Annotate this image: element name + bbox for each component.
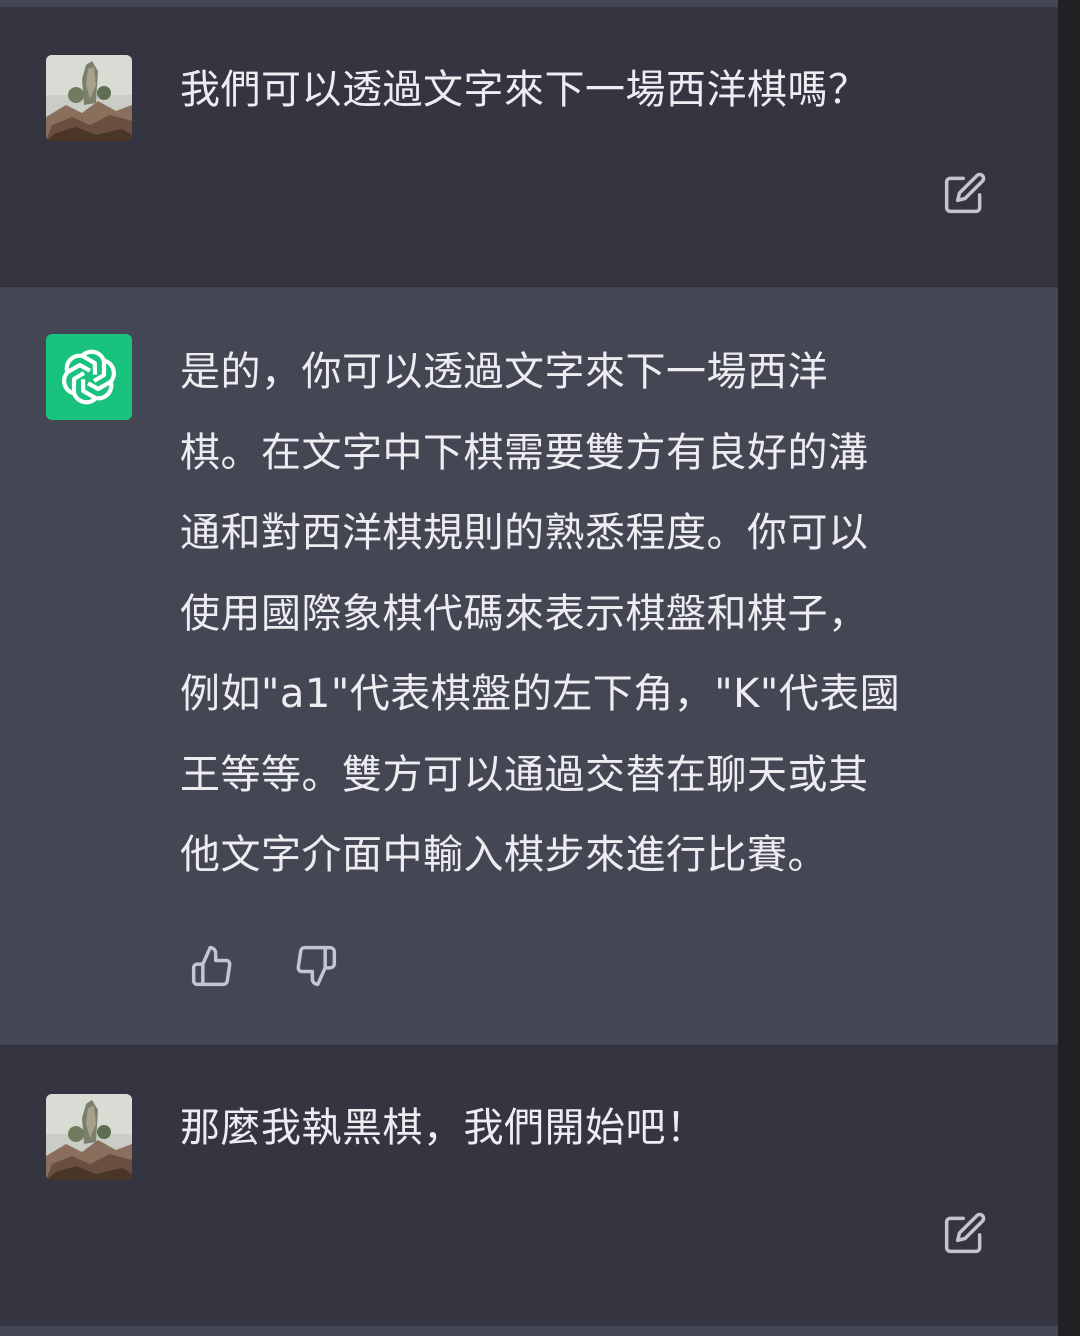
message-line: 是的，你可以透過文字來下一場西洋 xyxy=(180,349,828,395)
message-line: 他文字介面中輸入棋步來進行比賽。 xyxy=(180,832,828,878)
message-line: 王等等。雙方可以通過交替在聊天或其 xyxy=(180,751,869,798)
user-avatar xyxy=(46,55,132,141)
openai-logo-icon xyxy=(46,334,132,420)
message-line: 使用國際象棋代碼來表示棋盤和棋子， xyxy=(180,590,869,637)
edit-icon xyxy=(943,171,987,215)
user-avatar xyxy=(46,1094,132,1180)
edit-message-button[interactable] xyxy=(942,170,988,216)
thumbs-down-button[interactable] xyxy=(292,942,340,990)
user-message: 那麼我執黑棋，我們開始吧！ xyxy=(0,1046,1058,1326)
thumbs-down-icon xyxy=(294,944,338,988)
edit-icon xyxy=(943,1211,987,1255)
next-message-edge xyxy=(0,1326,1058,1336)
assistant-avatar xyxy=(46,334,132,420)
message-line: 棋。在文字中下棋需要雙方有良好的溝 xyxy=(180,429,869,476)
previous-message-edge xyxy=(0,0,1058,7)
chat-page: 我們可以透過文字來下一場西洋棋嗎？ 是的，你可以透過文字來下一場西洋 棋。在文字… xyxy=(0,0,1080,1336)
assistant-message: 是的，你可以透過文字來下一場西洋 棋。在文字中下棋需要雙方有良好的溝 通和對西洋… xyxy=(0,286,1058,1046)
edit-message-button[interactable] xyxy=(942,1210,988,1256)
user-message: 我們可以透過文字來下一場西洋棋嗎？ xyxy=(0,7,1058,286)
message-line: 例如"a1"代表棋盤的左下角，"K"代表國 xyxy=(180,671,901,717)
message-text: 是的，你可以透過文字來下一場西洋 棋。在文字中下棋需要雙方有良好的溝 通和對西洋… xyxy=(180,332,980,896)
message-text: 那麼我執黑棋，我們開始吧！ xyxy=(180,1105,707,1151)
thumbs-up-icon xyxy=(190,944,234,988)
page-edge xyxy=(1058,0,1080,1336)
thumbs-up-button[interactable] xyxy=(188,942,236,990)
message-line: 通和對西洋棋規則的熟悉程度。你可以 xyxy=(180,510,869,556)
message-text: 我們可以透過文字來下一場西洋棋嗎？ xyxy=(180,67,869,113)
